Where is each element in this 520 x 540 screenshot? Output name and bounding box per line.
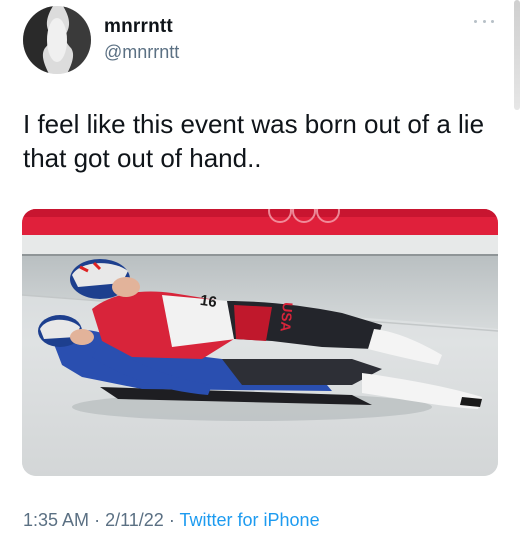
meta-separator: · (168, 510, 175, 530)
tweet-photo[interactable]: 16 USA (22, 209, 498, 476)
display-name[interactable]: mnrrntt (104, 16, 173, 38)
tweet-date[interactable]: 2/11/22 (105, 510, 164, 530)
suit-text: USA (277, 301, 297, 333)
luge-photo (22, 209, 498, 476)
tweet-card: mnrrntt @mnrrntt I feel like this event … (0, 0, 520, 540)
tweet-time[interactable]: 1:35 AM (23, 510, 89, 530)
more-options-icon[interactable] (474, 16, 494, 26)
tweet-meta: 1:35 AM · 2/11/22 · Twitter for iPhone (23, 510, 320, 531)
meta-separator: · (94, 510, 101, 530)
avatar[interactable] (23, 6, 91, 74)
user-handle[interactable]: @mnrrntt (104, 42, 179, 63)
bib-number: 16 (198, 291, 218, 312)
tweet-source-link[interactable]: Twitter for iPhone (180, 510, 320, 530)
avatar-face-profile-icon (23, 6, 91, 74)
tweet-text: I feel like this event was born out of a… (23, 109, 485, 173)
scrollbar[interactable] (514, 0, 520, 110)
